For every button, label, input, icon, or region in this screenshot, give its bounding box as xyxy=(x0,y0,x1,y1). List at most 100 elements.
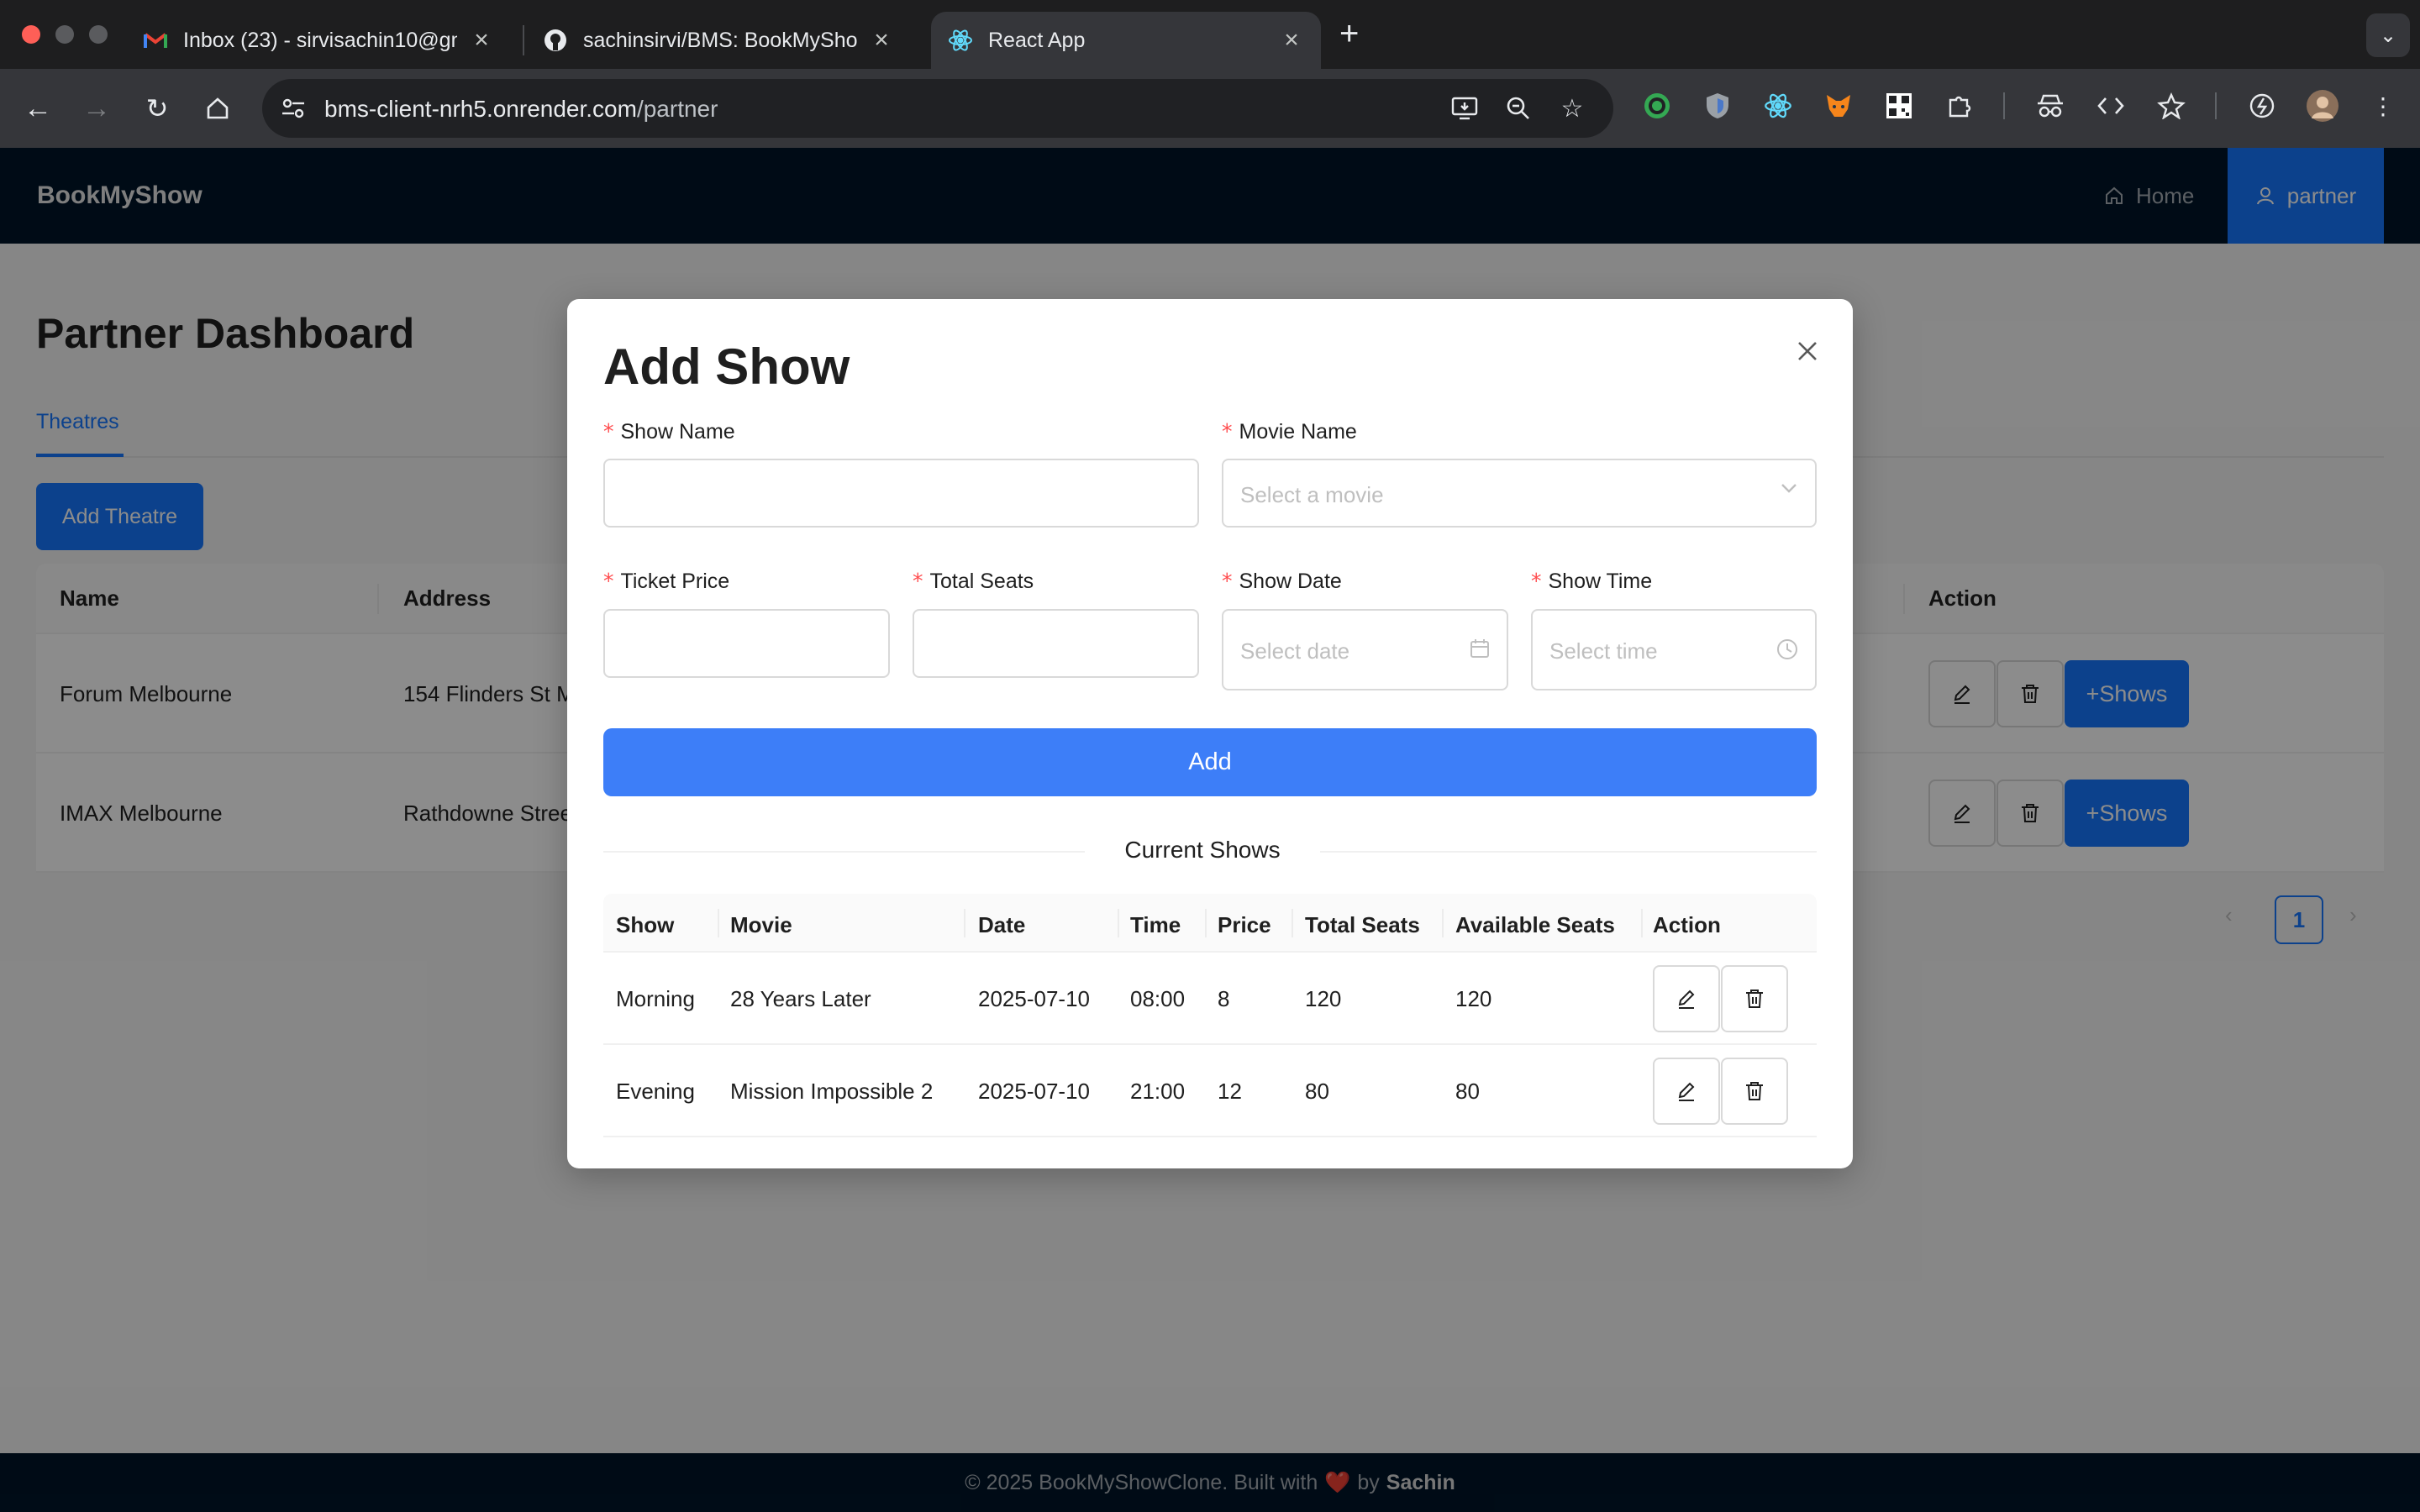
required-mark: * xyxy=(1222,419,1233,444)
incognito-icon[interactable] xyxy=(2033,89,2067,123)
delete-show-button[interactable] xyxy=(1721,1058,1788,1125)
movie-select[interactable]: Select a movie xyxy=(1222,459,1817,528)
total-seats-cell: 80 xyxy=(1305,1079,1329,1104)
total-seats-label: * Total Seats xyxy=(913,569,1034,594)
show-name-input[interactable] xyxy=(603,459,1199,528)
gmail-icon xyxy=(143,28,168,53)
total-seats-input[interactable] xyxy=(913,609,1199,678)
tab-title: React App xyxy=(988,28,1086,52)
column-separator xyxy=(1442,909,1444,937)
show-time-placeholder: Select time xyxy=(1549,638,1658,664)
column-header-show: Show xyxy=(616,912,675,937)
extension-metamask-icon[interactable] xyxy=(1822,89,1855,123)
extension-shield-icon[interactable] xyxy=(1701,89,1734,123)
bookmark-star-icon[interactable]: ☆ xyxy=(1556,92,1588,124)
show-name-label: * Show Name xyxy=(603,419,735,444)
clock-icon xyxy=(1776,638,1798,660)
delete-icon xyxy=(1746,990,1763,1008)
tab-search-icon[interactable]: ⌄ xyxy=(2366,13,2410,57)
required-mark: * xyxy=(913,569,923,593)
movie-cell: Mission Impossible 2 xyxy=(730,1079,934,1104)
url-host: bms-client-nrh5.onrender.com xyxy=(324,96,637,122)
extension-qr-icon[interactable] xyxy=(1882,89,1916,123)
column-header-price: Price xyxy=(1218,912,1271,937)
toolbar-separator xyxy=(2215,92,2217,119)
github-icon xyxy=(543,28,568,53)
address-bar[interactable]: bms-client-nrh5.onrender.com/partner ☆ xyxy=(262,79,1613,138)
table-row: Morning 28 Years Later 2025-07-10 08:00 … xyxy=(603,953,1817,1045)
column-separator xyxy=(1205,909,1207,937)
home-icon[interactable] xyxy=(197,87,239,129)
total-seats-cell: 120 xyxy=(1305,986,1342,1011)
divider xyxy=(1320,851,1817,853)
new-tab-button[interactable]: + xyxy=(1339,15,1359,53)
show-date-picker[interactable]: Select date xyxy=(1222,609,1508,690)
edit-show-button[interactable] xyxy=(1653,965,1720,1032)
forward-icon[interactable]: → xyxy=(76,87,118,129)
price-cell: 12 xyxy=(1218,1079,1242,1104)
close-icon[interactable] xyxy=(1791,334,1824,368)
price-cell: 8 xyxy=(1218,986,1230,1011)
show-time-label: * Show Time xyxy=(1531,569,1652,594)
column-header-total-seats: Total Seats xyxy=(1305,912,1420,937)
calendar-icon xyxy=(1470,638,1490,659)
toolbar-separator xyxy=(2003,92,2005,119)
minimize-window-button[interactable] xyxy=(55,25,74,44)
code-icon[interactable] xyxy=(2094,89,2128,123)
column-header-action: Action xyxy=(1653,912,1721,937)
install-app-icon[interactable] xyxy=(1449,92,1481,124)
close-tab-icon[interactable]: × xyxy=(1279,26,1304,55)
label-text: Total Seats xyxy=(929,570,1034,593)
column-separator xyxy=(964,909,965,937)
column-separator xyxy=(718,909,719,937)
site-settings-icon[interactable] xyxy=(277,92,309,124)
zoom-window-button[interactable] xyxy=(89,25,108,44)
show-name-cell: Evening xyxy=(616,1079,695,1104)
back-icon[interactable]: ← xyxy=(17,87,59,129)
tab-title: Inbox (23) - sirvisachin10@gmail.com xyxy=(183,28,457,52)
column-separator xyxy=(1641,909,1643,937)
required-mark: * xyxy=(1222,569,1233,593)
column-header-movie: Movie xyxy=(730,912,792,937)
bookmarks-icon[interactable] xyxy=(2154,89,2188,123)
browser-tab-github[interactable]: sachinsirvi/BMS: BookMyShow × xyxy=(526,12,911,69)
react-icon xyxy=(948,28,973,53)
column-header-time: Time xyxy=(1130,912,1181,937)
extension-target-icon[interactable] xyxy=(1640,89,1674,123)
label-text: Ticket Price xyxy=(620,570,730,593)
column-header-date: Date xyxy=(978,912,1026,937)
close-tab-icon[interactable]: × xyxy=(469,26,494,55)
required-mark: * xyxy=(1531,569,1542,593)
show-date-label: * Show Date xyxy=(1222,569,1342,594)
show-name-cell: Morning xyxy=(616,986,695,1011)
show-time-picker[interactable]: Select time xyxy=(1531,609,1817,690)
table-row: Evening Mission Impossible 2 2025-07-10 … xyxy=(603,1045,1817,1137)
tab-strip: Inbox (23) - sirvisachin10@gmail.com × s… xyxy=(0,0,2420,69)
zoom-icon[interactable] xyxy=(1502,92,1534,124)
column-header-available-seats: Available Seats xyxy=(1455,912,1615,937)
ticket-price-input[interactable] xyxy=(603,609,890,678)
available-seats-cell: 120 xyxy=(1455,986,1492,1011)
required-mark: * xyxy=(603,419,614,444)
delete-show-button[interactable] xyxy=(1721,965,1788,1032)
table-header: Show Movie Date Time Price Total Seats A… xyxy=(603,894,1817,953)
browser-tab-gmail[interactable]: Inbox (23) - sirvisachin10@gmail.com × xyxy=(126,12,511,69)
close-window-button[interactable] xyxy=(22,25,40,44)
date-cell: 2025-07-10 xyxy=(978,986,1090,1011)
close-tab-icon[interactable]: × xyxy=(869,26,894,55)
chevron-down-icon xyxy=(1780,482,1798,494)
reload-icon[interactable]: ↻ xyxy=(136,87,178,129)
extensions-puzzle-icon[interactable] xyxy=(1943,89,1976,123)
performance-icon[interactable] xyxy=(2245,89,2279,123)
add-show-button[interactable]: Add xyxy=(603,728,1817,796)
browser-tab-react-app[interactable]: React App × xyxy=(931,12,1321,69)
edit-show-button[interactable] xyxy=(1653,1058,1720,1125)
current-shows-title: Current Shows xyxy=(1124,837,1281,863)
movie-select-placeholder: Select a movie xyxy=(1240,482,1384,507)
extension-react-devtools-icon[interactable] xyxy=(1761,89,1795,123)
column-separator xyxy=(1118,909,1119,937)
movie-cell: 28 Years Later xyxy=(730,986,871,1011)
profile-avatar[interactable] xyxy=(2306,89,2339,123)
show-date-placeholder: Select date xyxy=(1240,638,1350,664)
browser-menu-icon[interactable]: ⋮ xyxy=(2366,89,2400,123)
